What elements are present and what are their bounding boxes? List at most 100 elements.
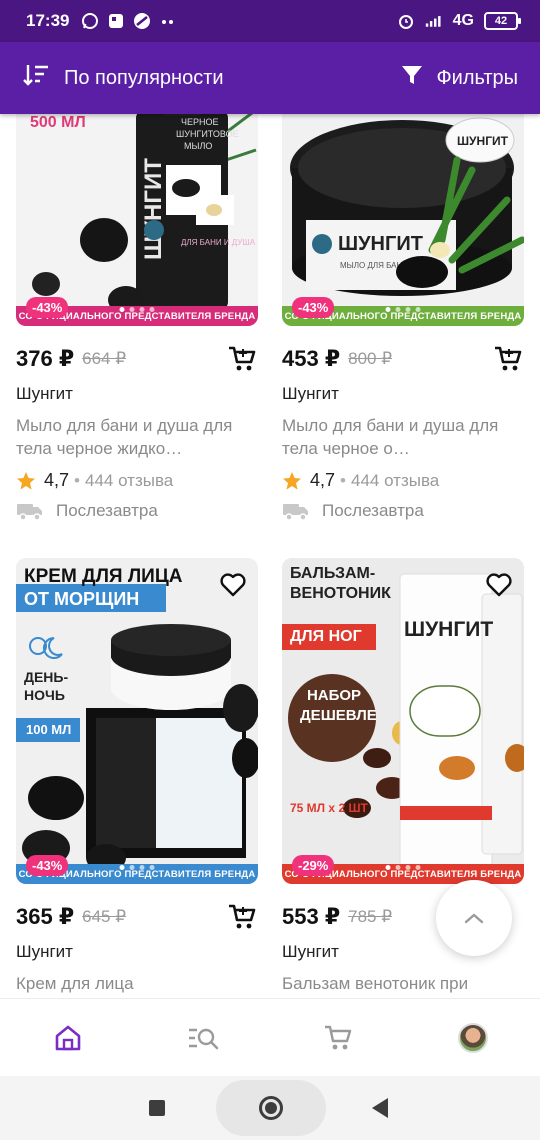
product-brand: Шунгит: [282, 384, 339, 403]
delivery-info: Послезавтра: [282, 501, 524, 521]
chevron-up-icon: [464, 913, 484, 924]
photo-title: КРЕМ ДЛЯ ЛИЦА: [24, 566, 183, 587]
price: 553 ₽: [282, 904, 341, 929]
catalog-search-icon: [188, 1028, 218, 1049]
scroll-to-top-button[interactable]: [436, 880, 512, 956]
volume-label: 75 МЛ х 2 ШТ: [290, 801, 368, 815]
heart-icon: [486, 573, 512, 597]
sort-button[interactable]: По популярности: [22, 62, 224, 94]
rating: 4,7 • 444 отзыва: [282, 470, 524, 491]
app-notification-icon-2: [133, 12, 151, 30]
photo-label: ДЕНЬ-НОЧЬ: [24, 669, 69, 703]
bottom-navigation: [0, 998, 540, 1076]
product-brand: Шунгит: [16, 942, 73, 961]
network-type: 4G: [452, 12, 474, 29]
truck-icon: [283, 504, 308, 521]
back-button[interactable]: [372, 1098, 388, 1118]
product-description: Бальзам венотоник при: [282, 974, 469, 993]
photo-badge: НАБОР ДЕШЕВЛЕ: [300, 687, 377, 724]
product-description: Мыло для бани и душа для тела черное жид…: [16, 416, 233, 458]
add-to-cart-button[interactable]: [226, 344, 258, 374]
status-bar: 17:39 4G 42: [0, 0, 540, 42]
svg-text:ШУНГИТ: ШУНГИТ: [457, 134, 509, 148]
toolbar: По популярности Фильтры: [0, 42, 540, 114]
home-icon: [55, 1025, 80, 1050]
discount-badge: -43%: [26, 297, 69, 318]
volume-label: 100 МЛ: [26, 722, 72, 737]
product-grid: ШУНГИТ ЧЕРНОЕ ШУНГИТОВОЕ МЫЛО ДЛЯ БАНИ И…: [0, 114, 540, 998]
cart-icon: [229, 904, 256, 929]
signal-icon: [425, 12, 443, 30]
star-icon: [283, 471, 301, 490]
home-button[interactable]: [216, 1080, 326, 1136]
photo-pager: [119, 307, 155, 312]
photo-pager: [385, 307, 421, 312]
product-card[interactable]: ШУНГИТ ЧЕРНОЕ ШУНГИТОВОЕ МЫЛО ДЛЯ БАНИ И…: [16, 114, 258, 521]
product-card[interactable]: ШУНГИТ ШУНГИТ МЫЛО ДЛЯ БАНИ И ДУША СО ОФ…: [282, 114, 524, 521]
photo-title: БАЛЬЗАМ-ВЕНОТОНИК: [290, 565, 391, 602]
favorite-button[interactable]: [484, 570, 514, 600]
svg-text:МЫЛО: МЫЛО: [184, 141, 212, 151]
heart-icon: [220, 573, 246, 597]
cart-icon: [495, 346, 522, 371]
more-notifications-icon: [159, 12, 177, 30]
rating-value: 4,7: [44, 470, 70, 490]
home-circle-icon: [259, 1096, 283, 1120]
svg-text:ДЛЯ БАНИ И ДУША: ДЛЯ БАНИ И ДУША: [181, 238, 256, 247]
recent-apps-button[interactable]: [149, 1100, 165, 1116]
filter-button[interactable]: Фильтры: [400, 63, 518, 93]
product-description: Крем для лица: [16, 974, 134, 993]
filter-label: Фильтры: [436, 66, 518, 89]
favorite-button[interactable]: [218, 570, 248, 600]
product-brand: Шунгит: [16, 384, 73, 403]
photo-pager: [119, 865, 155, 870]
delivery-info: Послезавтра: [16, 501, 258, 521]
avatar: [457, 1022, 488, 1053]
price: 453 ₽: [282, 346, 341, 371]
reviews-count: 444 отзыва: [84, 470, 174, 490]
sort-icon: [22, 62, 50, 94]
svg-text:ЧЕРНОЕ: ЧЕРНОЕ: [181, 117, 219, 127]
old-price: 785 ₽: [348, 907, 393, 926]
filter-icon: [400, 63, 424, 93]
separator: •: [340, 470, 346, 490]
nav-home[interactable]: [38, 1008, 98, 1068]
add-to-cart-button[interactable]: [226, 902, 258, 932]
svg-text:ШУНГИТ: ШУНГИТ: [338, 233, 423, 255]
discount-badge: -29%: [292, 855, 335, 876]
nav-catalog[interactable]: [173, 1008, 233, 1068]
photo-subtitle: ОТ МОРЩИН: [24, 589, 140, 609]
discount-badge: -43%: [292, 297, 335, 318]
photo-label: ШУНГИТ: [404, 618, 494, 641]
nav-basket[interactable]: [308, 1008, 368, 1068]
system-navigation-bar: [0, 1076, 540, 1140]
separator: •: [74, 470, 80, 490]
product-photo[interactable]: ШУНГИТ ЧЕРНОЕ ШУНГИТОВОЕ МЫЛО ДЛЯ БАНИ И…: [16, 114, 258, 326]
product-photo[interactable]: ШУНГИТ ШУНГИТ МЫЛО ДЛЯ БАНИ И ДУША СО ОФ…: [282, 114, 524, 326]
truck-icon: [17, 504, 42, 521]
status-time: 17:39: [26, 11, 70, 30]
product-photo[interactable]: БАЛЬЗАМ-ВЕНОТОНИК ДЛЯ НОГ ШУНГИТ НАБОР Д…: [282, 558, 524, 884]
add-to-cart-button[interactable]: [492, 344, 524, 374]
volume-label: 500 МЛ: [30, 114, 86, 131]
basket-icon: [324, 1025, 351, 1049]
nav-profile[interactable]: [443, 1008, 503, 1068]
whatsapp-icon: [81, 12, 99, 30]
product-card[interactable]: КРЕМ ДЛЯ ЛИЦА ОТ МОРЩИН ДЕНЬ-НОЧЬ 100 МЛ…: [16, 558, 258, 998]
app-notification-icon: [107, 12, 125, 30]
photo-subtitle: ДЛЯ НОГ: [290, 628, 362, 645]
rating: 4,7 • 444 отзыва: [16, 470, 258, 491]
rating-value: 4,7: [310, 470, 336, 490]
svg-text:ШУНГИТОВОЕ: ШУНГИТОВОЕ: [176, 129, 239, 139]
product-description: Мыло для бани и душа для тела черное о…: [282, 416, 499, 458]
product-photo[interactable]: КРЕМ ДЛЯ ЛИЦА ОТ МОРЩИН ДЕНЬ-НОЧЬ 100 МЛ…: [16, 558, 258, 884]
price: 376 ₽: [16, 346, 75, 371]
old-price: 800 ₽: [348, 349, 393, 368]
battery-indicator: 42: [484, 12, 521, 30]
photo-pager: [385, 865, 421, 870]
alarm-icon: [397, 12, 415, 30]
delivery-date: Послезавтра: [56, 501, 158, 520]
star-icon: [17, 471, 35, 490]
old-price: 645 ₽: [82, 907, 127, 926]
sort-label: По популярности: [64, 66, 224, 89]
